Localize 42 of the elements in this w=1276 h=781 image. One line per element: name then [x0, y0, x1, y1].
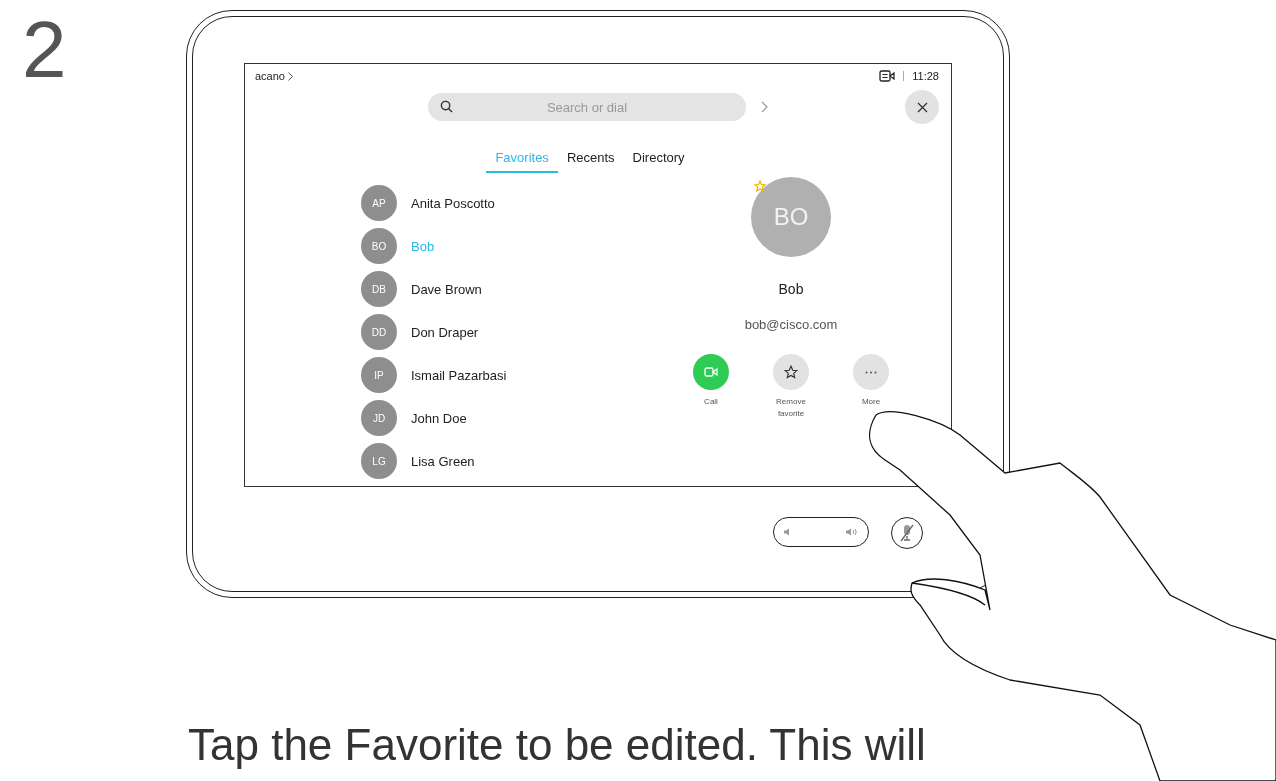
contact-name[interactable]: Ismail Pazarbasi [411, 367, 507, 383]
action-label: Call [703, 396, 719, 408]
tab[interactable]: Recents [557, 146, 624, 173]
contact-name[interactable]: Dave Brown [411, 281, 482, 297]
muted-microphone-icon [900, 524, 914, 542]
search-icon [440, 100, 453, 113]
instruction-text: Tap the Favorite to be edited. This will [187, 720, 927, 770]
mute-button[interactable] [891, 517, 923, 549]
chevron-right-icon [288, 71, 293, 81]
close-icon [916, 101, 928, 113]
contact-name[interactable]: Don Draper [411, 324, 479, 340]
chevron-right-icon[interactable] [760, 101, 768, 113]
camera-icon [879, 70, 896, 82]
avatar: LG [361, 443, 397, 479]
action-label: More [860, 396, 882, 408]
contact-email: bob@cisco.com [744, 317, 838, 332]
brand-label[interactable]: acano [255, 70, 285, 82]
contact-avatar: BO [751, 177, 831, 257]
tab[interactable]: Directory [623, 146, 694, 173]
avatar: IP [361, 357, 397, 393]
close-button[interactable] [905, 90, 939, 124]
avatar: DB [361, 271, 397, 307]
contact-name[interactable]: Anita Poscotto [411, 195, 495, 211]
volume-control[interactable] [773, 517, 869, 547]
favorite-button[interactable] [773, 354, 809, 390]
avatar: AP [361, 185, 397, 221]
call-button[interactable] [693, 354, 729, 390]
clock-time: 11:28 [912, 70, 939, 82]
ellipsis-icon [865, 370, 877, 374]
action-label: Remove favorite [775, 396, 807, 420]
avatar: DD [361, 314, 397, 350]
star-icon [784, 365, 798, 379]
speaker-high-icon [846, 528, 858, 536]
contact-name[interactable]: Lisa Green [411, 453, 475, 469]
avatar: JD [361, 400, 397, 436]
search-field[interactable]: Search or dial [428, 93, 746, 121]
video-camera-icon [704, 367, 718, 377]
avatar: BO [361, 228, 397, 264]
contact-title: Bob [778, 281, 804, 297]
contact-name[interactable]: John Doe [411, 410, 467, 426]
speaker-low-icon [784, 528, 792, 536]
step-number: 2 [22, 5, 67, 94]
